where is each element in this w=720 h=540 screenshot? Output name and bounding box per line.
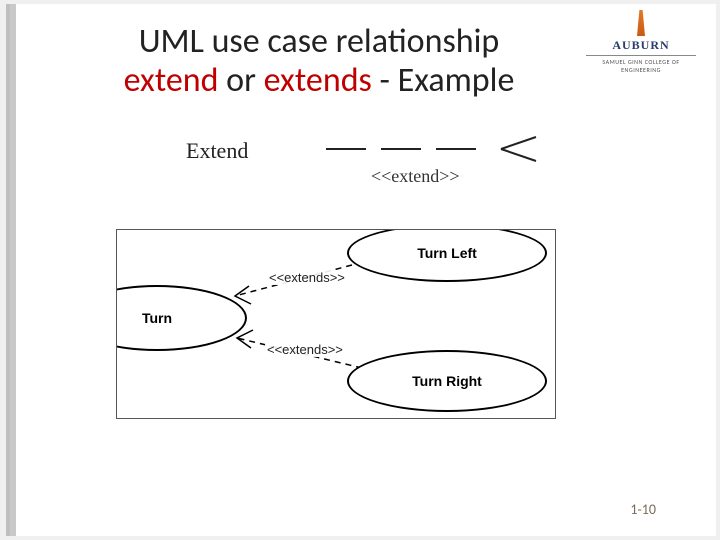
extend-notation: Extend <<extend>> — [166, 134, 566, 194]
usecase-turn-right-label: Turn Right — [412, 373, 482, 389]
title-line1: UML use case relationship — [139, 21, 500, 62]
university-logo: AUBURN SAMUEL GINN COLLEGE OF ENGINEERIN… — [586, 10, 696, 74]
title-suffix: - Example — [372, 60, 515, 101]
page-number: 1-10 — [630, 501, 656, 518]
slide: UML use case relationship extend or exte… — [16, 4, 716, 536]
title-extends: extends — [264, 60, 372, 101]
dashed-arrow-icon — [326, 134, 546, 164]
extends-label-1: <<extends>> — [267, 270, 347, 285]
usecase-turn-left-label: Turn Left — [417, 245, 477, 261]
slide-title: UML use case relationship extend or exte… — [84, 22, 554, 100]
logo-subtitle: SAMUEL GINN COLLEGE OF ENGINEERING — [586, 55, 696, 74]
extends-label-2: <<extends>> — [265, 342, 345, 357]
title-or: or — [219, 60, 264, 101]
logo-name: AUBURN — [586, 38, 696, 53]
title-extend: extend — [124, 60, 219, 101]
tower-icon — [633, 10, 649, 36]
notation-stereotype: <<extend>> — [371, 166, 460, 187]
notation-label: Extend — [186, 138, 248, 164]
usecase-turn-right: Turn Right — [347, 350, 547, 412]
uml-diagram: Turn Turn Left Turn Right <<extends>> <<… — [116, 229, 556, 419]
usecase-turn-label: Turn — [142, 310, 172, 326]
